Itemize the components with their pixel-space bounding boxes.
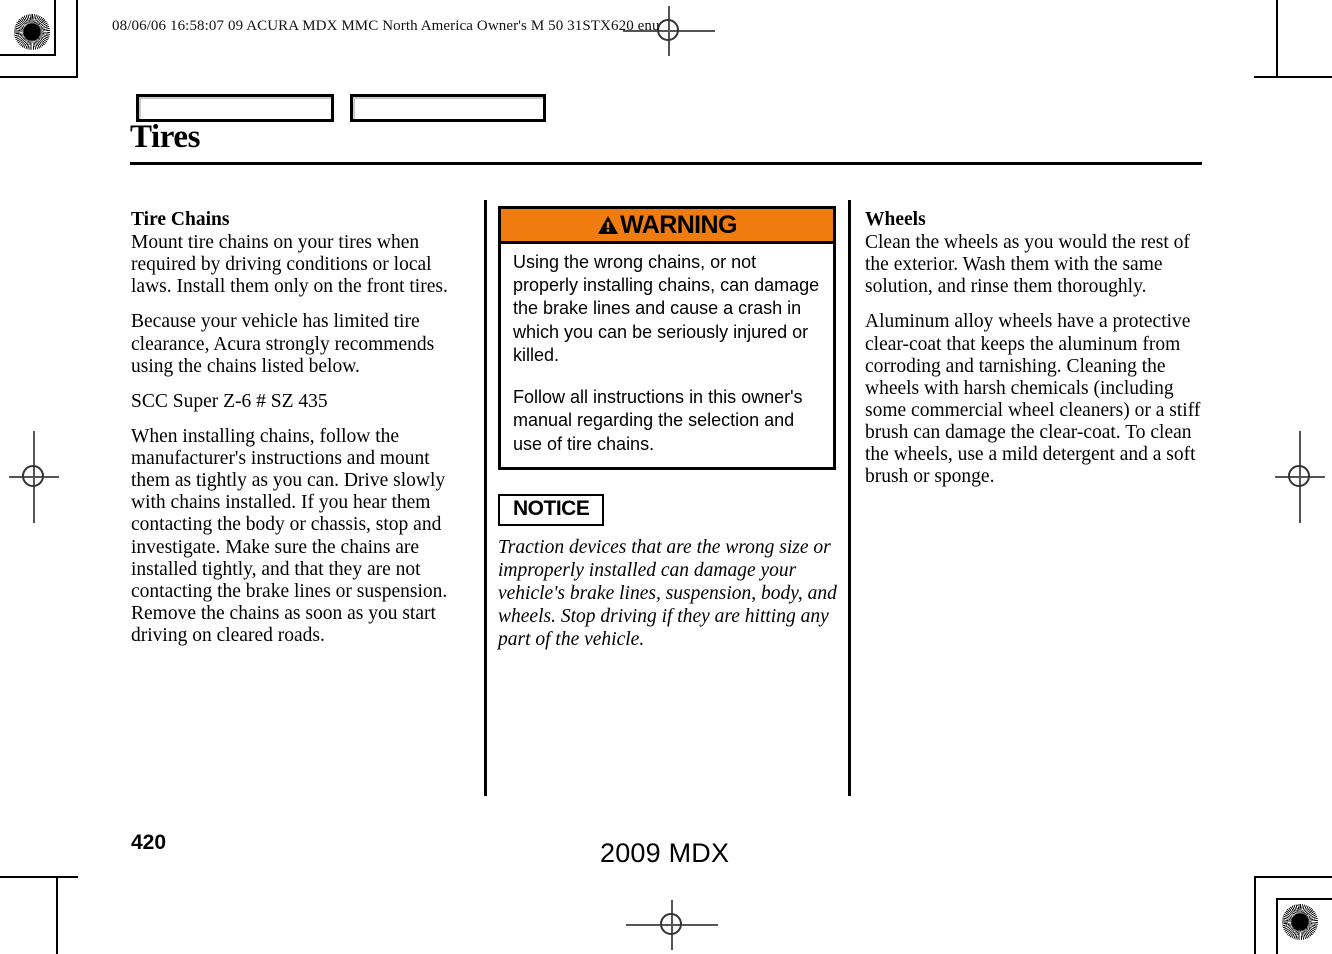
crop-mark-trim-bottom-right xyxy=(1254,876,1332,878)
warning-box: WARNING Using the wrong chains, or not p… xyxy=(498,206,836,470)
right-paragraph-2: Aluminum alloy wheels have a protective … xyxy=(865,311,1201,488)
left-column-heading: Tire Chains xyxy=(131,209,230,230)
warning-triangle-icon xyxy=(597,215,619,235)
warning-paragraph-1: Using the wrong chains, or not properly … xyxy=(513,252,820,365)
chapter-tab-box-2[interactable] xyxy=(350,94,546,122)
chain-model-spec: SCC Super Z-6 # SZ 435 xyxy=(131,390,328,412)
warning-title: WARNING xyxy=(620,210,737,239)
registration-crosshair-right xyxy=(1275,431,1325,523)
page-title: Tires xyxy=(130,119,201,155)
crop-mark-horizontal-bottom-right xyxy=(1276,898,1332,900)
registration-crosshair-left xyxy=(9,431,59,523)
registration-crosshair-bottom xyxy=(626,900,718,950)
registration-crosshair-top xyxy=(623,6,715,56)
print-stamp-header: 08/06/06 16:58:07 09 ACURA MDX MMC North… xyxy=(112,18,660,34)
notice-label: NOTICE xyxy=(498,494,605,526)
right-text-column: Wheels Clean the wheels as you would the… xyxy=(865,208,1213,501)
column-divider-right xyxy=(848,200,851,796)
footer-model-year: 2009 MDX xyxy=(600,838,730,868)
crop-mark-trim-right-bottom xyxy=(1254,876,1256,954)
page-number: 420 xyxy=(131,831,167,854)
chapter-tab-box-1[interactable] xyxy=(136,94,334,122)
warning-body: Using the wrong chains, or not properly … xyxy=(501,244,833,467)
crop-mark-vertical-top-left xyxy=(54,0,56,56)
warning-header-bar: WARNING xyxy=(501,209,833,244)
crop-mark-trim-right-top xyxy=(1276,0,1278,78)
crop-mark-trim-left-top xyxy=(76,0,78,78)
crop-mark-trim-top-left xyxy=(0,76,78,78)
left-text-column: Tire Chains Mount tire chains on your ti… xyxy=(131,208,469,660)
left-paragraph-1: Mount tire chains on your tires when req… xyxy=(131,232,448,298)
notice-text: Traction devices that are the wrong size… xyxy=(498,536,837,650)
warning-paragraph-2: Follow all instructions in this owner's … xyxy=(513,387,803,454)
column-divider-left xyxy=(484,200,487,796)
left-paragraph-4: When installing chains, follow the manuf… xyxy=(131,425,448,646)
crop-mark-trim-bottom-left xyxy=(0,876,78,878)
crop-mark-horizontal-top-left xyxy=(0,54,56,56)
notice-block: NOTICE Traction devices that are the wro… xyxy=(498,494,840,651)
registration-burst-top-left xyxy=(14,14,50,50)
registration-burst-bottom-right xyxy=(1282,904,1318,940)
left-paragraph-2: Because your vehicle has limited tire cl… xyxy=(131,311,435,377)
title-divider-rule xyxy=(130,162,1202,165)
crop-mark-vertical-bottom-right xyxy=(1276,898,1278,954)
crop-mark-trim-left-bottom xyxy=(56,876,58,954)
right-paragraph-1: Clean the wheels as you would the rest o… xyxy=(865,232,1190,298)
right-column-heading: Wheels xyxy=(865,209,926,230)
crop-mark-trim-top-right xyxy=(1254,76,1332,78)
